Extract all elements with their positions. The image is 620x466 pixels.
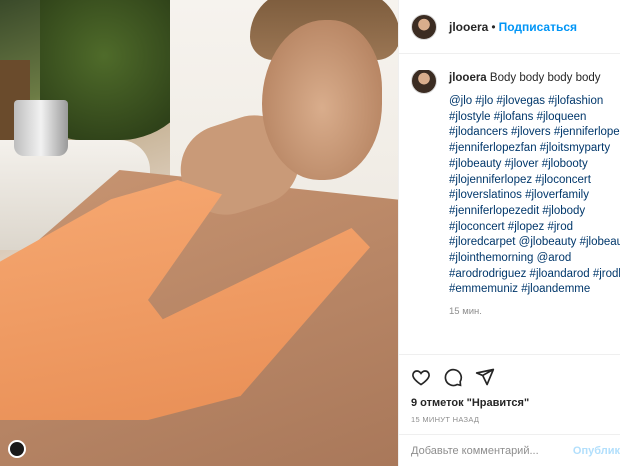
photo-bucket bbox=[14, 100, 68, 156]
separator-dot: • bbox=[491, 19, 496, 34]
photo-face bbox=[262, 20, 382, 180]
post-photo[interactable] bbox=[0, 0, 398, 466]
caption-text: Body body body body bbox=[486, 72, 601, 84]
likes-count[interactable]: 9 отметок "Нравится" bbox=[411, 397, 608, 409]
follow-button[interactable]: Подписаться bbox=[499, 20, 577, 34]
hashtag-line[interactable]: #jlostyle #jlofans #jloqueen bbox=[449, 110, 619, 126]
comment-input[interactable] bbox=[411, 444, 569, 457]
hashtag-line[interactable]: #jlodancers #jlovers #jenniferlopez bbox=[449, 125, 620, 141]
hashtag-line[interactable]: #jloredcarpet @jlobeauty #jlobeauty bbox=[449, 235, 620, 251]
hashtag-line[interactable]: #jenniferlopezedit #jlobody bbox=[449, 204, 619, 220]
post-date: 15 МИНУТ НАЗАД bbox=[411, 415, 480, 424]
caption-avatar[interactable] bbox=[411, 70, 437, 94]
post-side-panel: jlooera • Подписаться jlooera Body body … bbox=[398, 0, 620, 466]
hashtag-line[interactable]: #jlointhemorning @arod bbox=[449, 251, 619, 267]
comment-icon[interactable] bbox=[443, 367, 463, 387]
hashtag-line[interactable]: #jlojenniferlopez #jloconcert bbox=[449, 173, 619, 189]
publish-button[interactable]: Опублик bbox=[573, 445, 620, 457]
caption-area: jlooera Body body body body @jlo #jlo #j… bbox=[411, 70, 620, 340]
caption-body: jlooera Body body body body @jlo #jlo #j… bbox=[449, 70, 620, 320]
caption-row: jlooera Body body body body @jlo #jlo #j… bbox=[411, 70, 620, 320]
hashtag-line[interactable]: #emmemuniz #jloandemme bbox=[449, 282, 619, 298]
hashtag-line[interactable]: #jlobeauty #jlover #jlobooty bbox=[449, 157, 619, 173]
caption-time: 15 мин. bbox=[449, 306, 482, 318]
header-username[interactable]: jlooera bbox=[449, 20, 488, 34]
share-icon[interactable] bbox=[475, 367, 495, 387]
photo-corner-icon bbox=[8, 440, 26, 458]
action-bar bbox=[411, 365, 608, 389]
hashtag-line[interactable]: #jloconcert #jlopez #jrod bbox=[449, 220, 619, 236]
hashtag-line[interactable]: #arodrodriguez #jloandarod #jrodk bbox=[449, 267, 620, 283]
heart-icon[interactable] bbox=[411, 367, 431, 387]
actions-section: 9 отметок "Нравится" 15 МИНУТ НАЗАД bbox=[399, 354, 620, 424]
caption-username[interactable]: jlooera bbox=[449, 72, 487, 84]
hashtag-list: @jlo #jlo #jlovegas #jlofashion #jlostyle… bbox=[449, 94, 620, 298]
post-header: jlooera • Подписаться bbox=[399, 0, 620, 54]
comment-form: Опублик bbox=[399, 434, 620, 466]
hashtag-line[interactable]: #jloverslatinos #jloverfamily bbox=[449, 188, 619, 204]
hashtag-line[interactable]: @jlo #jlo #jlovegas #jlofashion bbox=[449, 94, 619, 110]
avatar[interactable] bbox=[411, 13, 437, 40]
hashtag-line[interactable]: #jenniferlopezfan #jloitsmyparty bbox=[449, 141, 619, 157]
